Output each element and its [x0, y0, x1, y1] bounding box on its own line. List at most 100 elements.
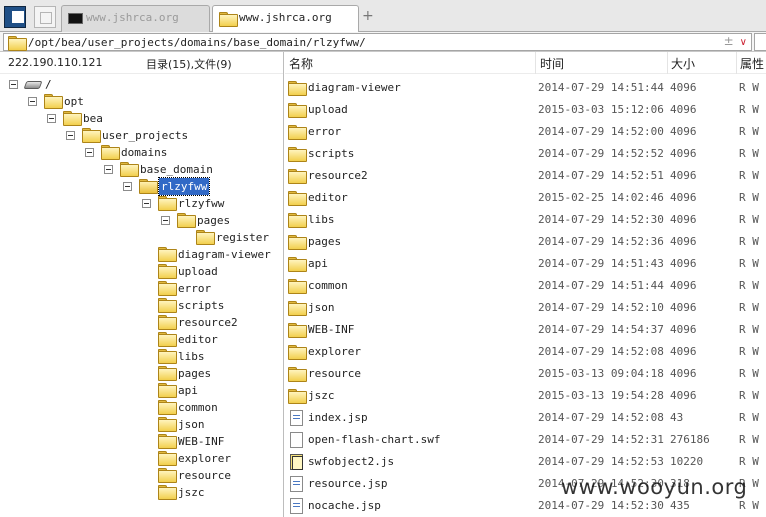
folder-row[interactable]: libs 2014-07-29 14:52:30 4096 R W: [285, 209, 766, 231]
tree-node[interactable]: user_projects: [0, 127, 283, 144]
item-counts: 目录(15),文件(9): [146, 58, 232, 71]
column-attr[interactable]: 属性: [740, 55, 764, 73]
file-list-panel: 名称 时间 大小 属性 diagram-viewer 2014-07-29 14:…: [285, 52, 766, 517]
tree-node[interactable]: json: [0, 416, 283, 433]
folder-icon: [158, 281, 177, 296]
tree-node[interactable]: error: [0, 280, 283, 297]
file-size: 4096: [670, 367, 697, 380]
folder-row[interactable]: resource 2015-03-13 09:04:18 4096 R W: [285, 363, 766, 385]
collapse-icon[interactable]: [123, 182, 132, 191]
tree-node-label: register: [216, 231, 269, 244]
tree-node[interactable]: resource: [0, 467, 283, 484]
folder-row[interactable]: explorer 2014-07-29 14:52:08 4096 R W: [285, 341, 766, 363]
file-size: 4096: [670, 301, 697, 314]
tab-terminal[interactable]: www.jshrca.org: [61, 5, 210, 32]
folder-row[interactable]: common 2014-07-29 14:51:44 4096 R W: [285, 275, 766, 297]
new-tab-button[interactable]: +: [362, 9, 374, 23]
column-size[interactable]: 大小: [671, 55, 695, 73]
tree-node[interactable]: pages: [0, 212, 283, 229]
tab-bar: www.jshrca.org www.jshrca.org +: [0, 0, 766, 33]
file-attr: R W: [739, 213, 759, 226]
tree-node-label: jszc: [178, 486, 205, 499]
collapse-icon[interactable]: [85, 148, 94, 157]
folder-row[interactable]: editor 2015-02-25 14:02:46 4096 R W: [285, 187, 766, 209]
file-time: 2014-07-29 14:51:44: [538, 81, 664, 94]
file-name: diagram-viewer: [308, 81, 401, 94]
file-time: 2014-07-29 14:52:00: [538, 125, 664, 138]
path-input[interactable]: /opt/bea/user_projects/domains/base_doma…: [3, 33, 752, 51]
folder-row[interactable]: resource2 2014-07-29 14:52:51 4096 R W: [285, 165, 766, 187]
folder-icon: [288, 213, 307, 228]
file-row[interactable]: swfobject2.js 2014-07-29 14:52:53 10220 R W: [285, 451, 766, 473]
tree-node-label: WEB-INF: [178, 435, 225, 448]
folder-icon: [158, 366, 177, 381]
tree-node[interactable]: register: [0, 229, 283, 246]
collapse-icon[interactable]: [28, 97, 37, 106]
tree-node[interactable]: /: [0, 76, 283, 93]
path-dropdown-button[interactable]: ∨: [740, 37, 747, 48]
tree-node[interactable]: base_domain: [0, 161, 283, 178]
tree-node[interactable]: pages: [0, 365, 283, 382]
folder-row[interactable]: error 2014-07-29 14:52:00 4096 R W: [285, 121, 766, 143]
folder-icon: [288, 301, 307, 316]
collapse-icon[interactable]: [104, 165, 113, 174]
tree-node[interactable]: upload: [0, 263, 283, 280]
column-time[interactable]: 时间: [540, 55, 564, 73]
tree-node[interactable]: editor: [0, 331, 283, 348]
tree-node[interactable]: explorer: [0, 450, 283, 467]
collapse-icon[interactable]: [142, 199, 151, 208]
tree-node[interactable]: opt: [0, 93, 283, 110]
file-attr: R W: [739, 455, 759, 468]
tab-file-manager[interactable]: www.jshrca.org: [212, 5, 359, 33]
folder-icon: [158, 451, 177, 466]
panel-toggle-button[interactable]: [4, 6, 26, 28]
collapse-icon[interactable]: [161, 216, 170, 225]
column-name[interactable]: 名称: [289, 55, 313, 73]
folder-icon: [288, 103, 307, 118]
tree-node[interactable]: common: [0, 399, 283, 416]
folder-icon: [158, 332, 177, 347]
file-attr: R W: [739, 411, 759, 424]
file-time: 2014-07-29 14:54:37: [538, 323, 664, 336]
file-name: libs: [308, 213, 335, 226]
file-name: common: [308, 279, 348, 292]
folder-row[interactable]: upload 2015-03-03 15:12:06 4096 R W: [285, 99, 766, 121]
file-size: 4096: [670, 389, 697, 402]
file-row[interactable]: index.jsp 2014-07-29 14:52:08 43 R W: [285, 407, 766, 429]
file-size: 4096: [670, 213, 697, 226]
tree-node-label: /: [45, 78, 52, 91]
tree-node-label: upload: [178, 265, 218, 278]
folder-row[interactable]: json 2014-07-29 14:52:10 4096 R W: [285, 297, 766, 319]
file-row[interactable]: open-flash-chart.swf 2014-07-29 14:52:31 2…: [285, 429, 766, 451]
tree-node[interactable]: diagram-viewer: [0, 246, 283, 263]
folder-row[interactable]: WEB-INF 2014-07-29 14:54:37 4096 R W: [285, 319, 766, 341]
tree-node[interactable]: scripts: [0, 297, 283, 314]
file-name: editor: [308, 191, 348, 204]
tree-node[interactable]: rlzyfww: [0, 195, 283, 212]
column-header: 名称 时间 大小 属性: [285, 52, 766, 74]
tree-node[interactable]: WEB-INF: [0, 433, 283, 450]
tab-label: www.jshrca.org: [86, 11, 179, 24]
folder-icon: [101, 145, 120, 160]
collapse-icon[interactable]: [9, 80, 18, 89]
tree-node[interactable]: api: [0, 382, 283, 399]
tree-node-label: explorer: [178, 452, 231, 465]
tree-node[interactable]: resource2: [0, 314, 283, 331]
tree-node[interactable]: rlzyfww: [0, 177, 283, 196]
folder-row[interactable]: scripts 2014-07-29 14:52:52 4096 R W: [285, 143, 766, 165]
tree-node[interactable]: domains: [0, 144, 283, 161]
window-button[interactable]: [34, 6, 56, 28]
collapse-icon[interactable]: [66, 131, 75, 140]
folder-row[interactable]: jszc 2015-03-13 19:54:28 4096 R W: [285, 385, 766, 407]
file-size: 4096: [670, 279, 697, 292]
folder-row[interactable]: pages 2014-07-29 14:52:36 4096 R W: [285, 231, 766, 253]
collapse-icon[interactable]: [47, 114, 56, 123]
file-size: 10220: [670, 455, 704, 468]
folder-row[interactable]: api 2014-07-29 14:51:43 4096 R W: [285, 253, 766, 275]
folder-row[interactable]: diagram-viewer 2014-07-29 14:51:44 4096 R W: [285, 77, 766, 99]
tree-node[interactable]: jszc: [0, 484, 283, 501]
history-button[interactable]: ±: [724, 34, 734, 48]
tree-node[interactable]: libs: [0, 348, 283, 365]
file-name: WEB-INF: [308, 323, 355, 336]
tree-node[interactable]: bea: [0, 110, 283, 127]
